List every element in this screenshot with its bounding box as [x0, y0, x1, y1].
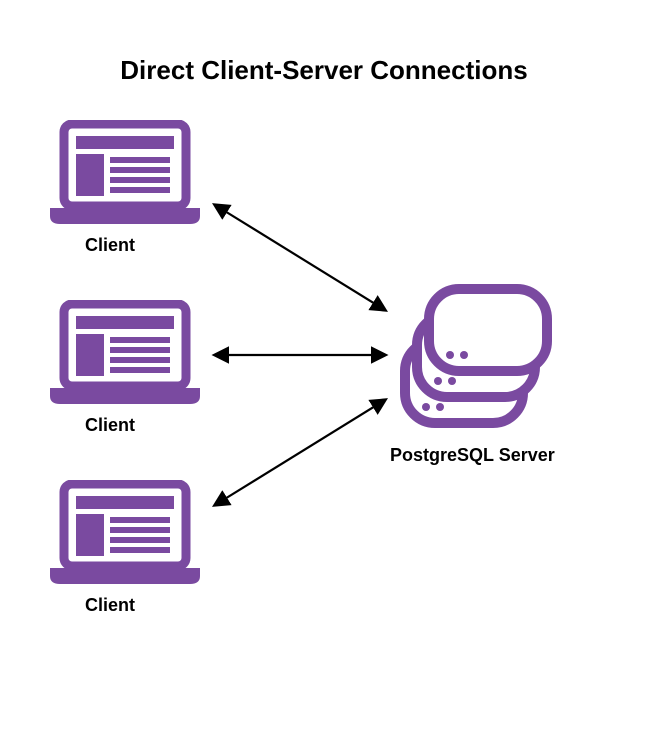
laptop-icon: [50, 300, 200, 410]
laptop-icon: [50, 480, 200, 590]
server-label: PostgreSQL Server: [390, 445, 555, 466]
database-stack-icon: [395, 275, 555, 435]
diagram-title: Direct Client-Server Connections: [0, 55, 648, 86]
client-label: Client: [85, 595, 135, 616]
client-label: Client: [85, 415, 135, 436]
diagram-canvas: Direct Client-Server Connections Client …: [0, 0, 648, 739]
client-label: Client: [85, 235, 135, 256]
laptop-icon: [50, 120, 200, 230]
